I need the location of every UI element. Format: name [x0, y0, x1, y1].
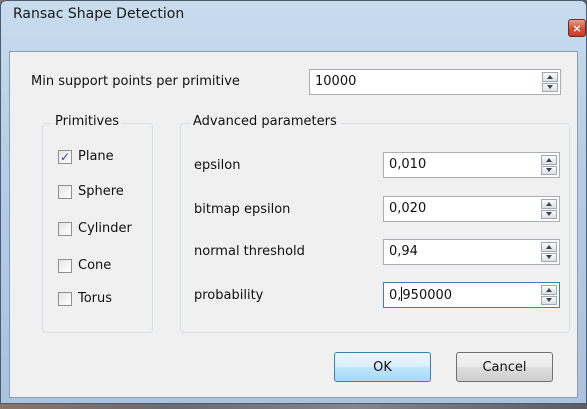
min-support-spinbox[interactable]: 10000 [309, 69, 561, 95]
advanced-group-title: Advanced parameters [189, 114, 341, 129]
checkbox-cylinder[interactable]: Cylinder [58, 221, 132, 236]
arrow-up-icon [547, 74, 553, 79]
normal-threshold-spinbox[interactable]: 0,94 [383, 239, 560, 265]
arrow-up-icon [546, 287, 552, 292]
arrow-down-icon [547, 85, 553, 90]
checkbox-label: Cone [78, 258, 112, 273]
probability-value-before-caret: 0, [389, 288, 402, 303]
epsilon-label: epsilon [194, 158, 241, 173]
probability-value-after-caret: 950000 [402, 288, 453, 303]
checkbox-cone[interactable]: Cone [58, 258, 111, 273]
arrow-down-icon [546, 212, 552, 217]
checkbox-label: Torus [78, 291, 113, 306]
spin-down-button[interactable] [541, 209, 557, 219]
arrow-up-icon [546, 157, 552, 162]
spin-arrows [541, 155, 557, 175]
primitives-group: Primitives ✓ Plane Sphere Cylinder Cone … [42, 114, 153, 333]
spin-down-button[interactable] [541, 295, 557, 305]
spin-arrows [542, 72, 558, 92]
bitmap-epsilon-spinbox[interactable]: 0,020 [383, 196, 560, 222]
bitmap-epsilon-value: 0,020 [389, 201, 427, 216]
checkbox-box[interactable]: ✓ [58, 149, 72, 164]
spin-up-button[interactable] [541, 199, 557, 209]
title-bar[interactable]: Ransac Shape Detection [1, 1, 586, 29]
epsilon-spinbox[interactable]: 0,010 [383, 152, 560, 178]
checkbox-box[interactable] [58, 184, 72, 199]
arrow-down-icon [546, 255, 552, 260]
checkbox-label: Plane [78, 149, 114, 164]
primitives-group-title: Primitives [51, 114, 124, 129]
spin-down-button[interactable] [541, 165, 557, 175]
close-button[interactable]: × [568, 19, 586, 37]
normal-threshold-label: normal threshold [194, 244, 305, 259]
epsilon-value: 0,010 [389, 157, 427, 172]
dialog-client-area: Min support points per primitive 10000 P… [9, 51, 578, 398]
spin-down-button[interactable] [541, 252, 557, 262]
arrow-up-icon [546, 244, 552, 249]
min-support-label: Min support points per primitive [31, 74, 240, 89]
bitmap-epsilon-label: bitmap epsilon [194, 202, 291, 217]
check-icon: ✓ [59, 149, 71, 164]
spin-up-button[interactable] [542, 72, 558, 82]
probability-label: probability [194, 288, 264, 303]
spin-arrows [541, 285, 557, 305]
checkbox-plane[interactable]: ✓ Plane [58, 149, 114, 164]
checkbox-box[interactable] [58, 221, 72, 236]
arrow-up-icon [546, 201, 552, 206]
checkbox-box[interactable] [58, 258, 72, 273]
window-title: Ransac Shape Detection [13, 6, 185, 22]
checkbox-torus[interactable]: Torus [58, 291, 112, 306]
spin-arrows [541, 199, 557, 219]
cancel-button[interactable]: Cancel [456, 352, 553, 382]
checkbox-box[interactable] [58, 291, 72, 306]
normal-threshold-value: 0,94 [389, 244, 418, 259]
checkbox-label: Cylinder [78, 221, 132, 236]
ok-button[interactable]: OK [334, 352, 431, 382]
probability-value: 0,950000 [389, 287, 452, 303]
spin-up-button[interactable] [541, 285, 557, 295]
spin-down-button[interactable] [542, 82, 558, 92]
arrow-down-icon [546, 168, 552, 173]
spin-arrows [541, 242, 557, 262]
advanced-parameters-group: Advanced parameters epsilon 0,010 bitmap… [180, 114, 570, 333]
spin-up-button[interactable] [541, 242, 557, 252]
checkbox-sphere[interactable]: Sphere [58, 184, 124, 199]
checkbox-label: Sphere [78, 184, 124, 199]
spin-up-button[interactable] [541, 155, 557, 165]
min-support-value: 10000 [315, 74, 357, 89]
close-icon: × [572, 21, 582, 35]
dialog-window: Ransac Shape Detection × Min support poi… [0, 0, 587, 404]
arrow-down-icon [546, 298, 552, 303]
probability-spinbox[interactable]: 0,950000 [383, 282, 560, 308]
